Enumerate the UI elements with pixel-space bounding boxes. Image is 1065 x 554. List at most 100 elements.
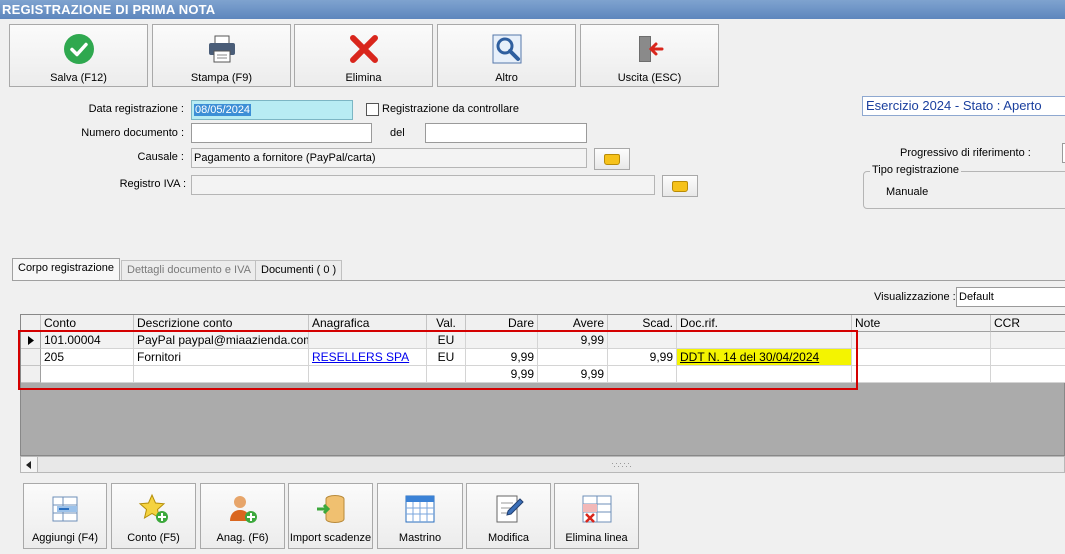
- account-button[interactable]: Conto (F5): [111, 483, 196, 549]
- cell-anagrafica[interactable]: RESELLERS SPA: [309, 349, 427, 366]
- delete-line-button[interactable]: Elimina linea: [554, 483, 639, 549]
- edit-document-icon: [492, 492, 526, 526]
- grid-corner: [21, 315, 41, 332]
- folder-icon: [604, 153, 620, 165]
- tab-documenti[interactable]: Documenti ( 0 ): [255, 260, 343, 280]
- cell-descrizione[interactable]: PayPal paypal@miaazienda.com: [134, 332, 309, 349]
- horizontal-scrollbar[interactable]: [20, 456, 1065, 473]
- cell-anagrafica[interactable]: [309, 332, 427, 349]
- cell-scad[interactable]: 9,99: [608, 349, 677, 366]
- exit-label: Uscita (ESC): [617, 72, 682, 84]
- cell-conto[interactable]: 205: [41, 349, 134, 366]
- checkmark-icon: [62, 32, 96, 66]
- cell-note[interactable]: [852, 366, 991, 383]
- causale-lookup-button[interactable]: [594, 148, 630, 170]
- data-registrazione-value: 08/05/2024: [194, 104, 252, 116]
- registration-grid[interactable]: Conto Descrizione conto Anagrafica Val. …: [20, 314, 1065, 456]
- cell-scad[interactable]: [608, 332, 677, 349]
- del-label: del: [390, 127, 405, 139]
- cell-scad[interactable]: [608, 366, 677, 383]
- cell-valuta[interactable]: [427, 366, 466, 383]
- cell-avere[interactable]: [538, 349, 608, 366]
- save-button[interactable]: Salva (F12): [9, 24, 148, 87]
- star-add-icon: [137, 492, 171, 526]
- cell-descrizione[interactable]: [134, 366, 309, 383]
- data-documento-field[interactable]: [425, 123, 587, 143]
- row-selector[interactable]: [21, 366, 41, 383]
- registrazione-da-controllare-label: Registrazione da controllare: [382, 103, 519, 115]
- arrow-left-icon: [26, 460, 31, 469]
- docrif-link[interactable]: DDT N. 14 del 30/04/2024: [680, 350, 819, 364]
- delete-button[interactable]: Elimina: [294, 24, 433, 87]
- edit-button[interactable]: Modifica: [466, 483, 551, 549]
- ledger-button[interactable]: Mastrino: [377, 483, 463, 549]
- add-line-button[interactable]: Aggiungi (F4): [23, 483, 107, 549]
- tab-corpo-registrazione[interactable]: Corpo registrazione: [12, 258, 120, 280]
- cell-dare[interactable]: [466, 332, 538, 349]
- cell-ccr[interactable]: [991, 349, 1065, 366]
- numero-documento-field[interactable]: [191, 123, 372, 143]
- col-note[interactable]: Note: [852, 315, 991, 332]
- delete-row-icon: [580, 492, 614, 526]
- cell-ccr[interactable]: [991, 366, 1065, 383]
- delete-line-label: Elimina linea: [565, 532, 628, 544]
- print-button[interactable]: Stampa (F9): [152, 24, 291, 87]
- visualizzazione-label: Visualizzazione :: [874, 291, 956, 303]
- cell-valuta[interactable]: EU: [427, 349, 466, 366]
- cell-docrif[interactable]: DDT N. 14 del 30/04/2024: [677, 349, 852, 366]
- col-scad[interactable]: Scad.: [608, 315, 677, 332]
- col-conto[interactable]: Conto: [41, 315, 134, 332]
- tipo-registrazione-label: Tipo registrazione: [870, 164, 962, 176]
- data-registrazione-field[interactable]: 08/05/2024: [191, 100, 353, 120]
- visualizzazione-select[interactable]: Default: [956, 287, 1065, 307]
- cell-note[interactable]: [852, 349, 991, 366]
- cell-conto[interactable]: 101.00004: [41, 332, 134, 349]
- scroll-grip[interactable]: [611, 460, 633, 468]
- add-row-icon: [48, 492, 82, 526]
- cell-dare[interactable]: 9,99: [466, 349, 538, 366]
- exit-door-icon: [633, 32, 667, 66]
- anagrafica-link[interactable]: RESELLERS SPA: [312, 350, 409, 364]
- registro-iva-lookup-button[interactable]: [662, 175, 698, 197]
- tab-strip-line: [12, 280, 1065, 281]
- esercizio-status: Esercizio 2024 - Stato : Aperto: [862, 96, 1065, 116]
- import-scadenze-button[interactable]: Import scadenze: [288, 483, 373, 549]
- calendar-grid-icon: [403, 492, 437, 526]
- col-ccr[interactable]: CCR: [991, 315, 1065, 332]
- col-anagrafica[interactable]: Anagrafica: [309, 315, 427, 332]
- row-selector[interactable]: [21, 349, 41, 366]
- current-row-arrow-icon: [28, 336, 34, 345]
- cell-valuta[interactable]: EU: [427, 332, 466, 349]
- print-label: Stampa (F9): [190, 72, 253, 84]
- row-selector[interactable]: [21, 332, 41, 349]
- other-button[interactable]: Altro: [437, 24, 576, 87]
- causale-field[interactable]: Pagamento a fornitore (PayPal/carta): [191, 148, 587, 168]
- cell-note[interactable]: [852, 332, 991, 349]
- exit-button[interactable]: Uscita (ESC): [580, 24, 719, 87]
- cell-docrif[interactable]: [677, 366, 852, 383]
- col-valuta[interactable]: Val.: [427, 315, 466, 332]
- import-scadenze-label: Import scadenze: [289, 532, 372, 544]
- cell-anagrafica[interactable]: [309, 366, 427, 383]
- cell-conto[interactable]: [41, 366, 134, 383]
- total-avere: 9,99: [538, 366, 608, 383]
- col-dare[interactable]: Dare: [466, 315, 538, 332]
- registro-iva-field[interactable]: [191, 175, 655, 195]
- cell-avere[interactable]: 9,99: [538, 332, 608, 349]
- ledger-label: Mastrino: [398, 532, 442, 544]
- registry-button[interactable]: Anag. (F6): [200, 483, 285, 549]
- cell-descrizione[interactable]: Fornitori: [134, 349, 309, 366]
- magnifier-icon: [490, 32, 524, 66]
- cell-ccr[interactable]: [991, 332, 1065, 349]
- col-avere[interactable]: Avere: [538, 315, 608, 332]
- col-descrizione[interactable]: Descrizione conto: [134, 315, 309, 332]
- tipo-registrazione-value: Manuale: [886, 186, 929, 198]
- causale-label: Causale :: [137, 151, 184, 163]
- col-docrif[interactable]: Doc.rif.: [677, 315, 852, 332]
- scroll-left-button[interactable]: [21, 457, 38, 472]
- registrazione-da-controllare-checkbox[interactable]: [366, 103, 379, 116]
- cell-docrif[interactable]: [677, 332, 852, 349]
- tab-dettagli-documento[interactable]: Dettagli documento e IVA: [121, 260, 257, 280]
- person-add-icon: [226, 492, 260, 526]
- window-title: REGISTRAZIONE DI PRIMA NOTA: [0, 0, 1065, 19]
